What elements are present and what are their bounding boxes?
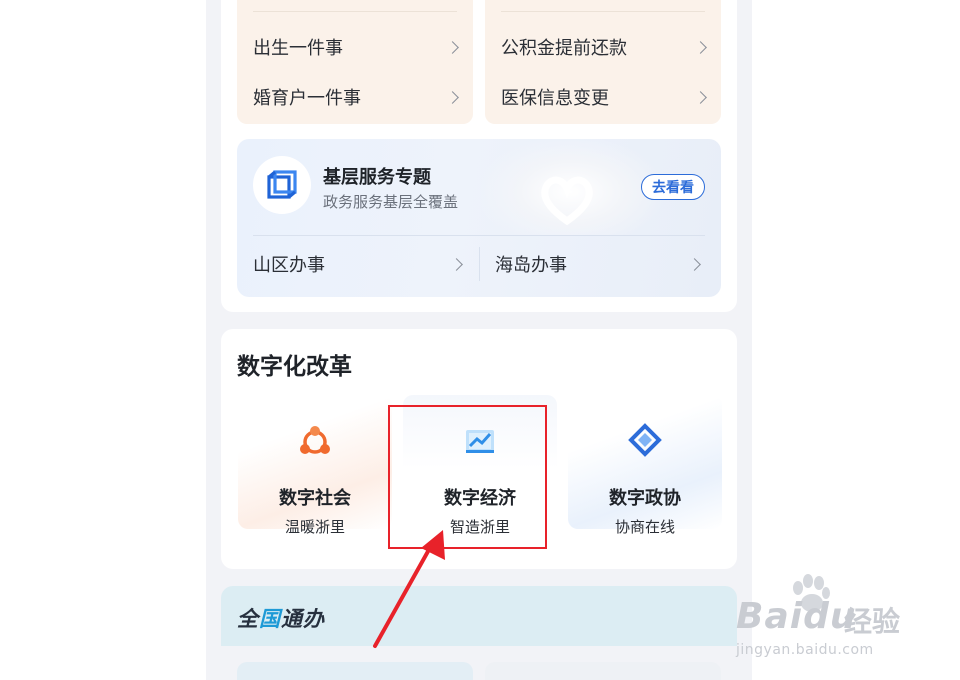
tile-icon-wrap bbox=[460, 421, 500, 461]
service-item-marriage[interactable]: 婚育户一件事 bbox=[253, 84, 463, 110]
service-item-label: 婚育户一件事 bbox=[253, 88, 361, 109]
national-card-right[interactable] bbox=[485, 662, 721, 680]
baidu-watermark: Baidu 经验 jingyan.baidu.com bbox=[736, 574, 926, 664]
service-item-medical-change[interactable]: 医保信息变更 bbox=[501, 84, 711, 110]
section-title: 数字化改革 bbox=[237, 354, 352, 380]
tile-digital-economy[interactable]: 数字经济 智造浙里 bbox=[403, 395, 557, 536]
watermark-brand-cn: 经验 bbox=[844, 605, 901, 638]
national-service-header: 全国通办 bbox=[221, 586, 737, 646]
topic-subtitle: 政务服务基层全覆盖 bbox=[323, 193, 459, 211]
tile-icon-wrap bbox=[625, 421, 665, 461]
link-label: 海岛办事 bbox=[495, 255, 567, 276]
tile-subtitle: 温暖浙里 bbox=[284, 518, 345, 536]
tile-icon-wrap bbox=[295, 421, 335, 461]
chevron-right-icon bbox=[446, 40, 459, 54]
tile-subtitle: 智造浙里 bbox=[449, 518, 510, 536]
go-see-button[interactable]: 去看看 bbox=[641, 174, 705, 200]
chevron-right-icon bbox=[446, 90, 459, 104]
tile-digital-society[interactable]: 数字社会 温暖浙里 bbox=[238, 395, 392, 536]
service-item-birth[interactable]: 出生一件事 bbox=[253, 34, 463, 60]
chevron-right-icon bbox=[688, 257, 701, 271]
link-label: 山区办事 bbox=[253, 255, 325, 276]
chart-trend-icon bbox=[466, 430, 494, 453]
national-card-left[interactable] bbox=[237, 662, 473, 680]
paw-logo-icon bbox=[793, 574, 830, 612]
chevron-right-icon bbox=[450, 257, 463, 271]
service-item-label: 医保信息变更 bbox=[501, 88, 609, 109]
tile-title: 数字政协 bbox=[609, 488, 681, 509]
link-mountain-area[interactable]: 山区办事 bbox=[253, 251, 467, 277]
people-network-icon bbox=[300, 426, 330, 454]
service-item-label: 公积金提前还款 bbox=[501, 38, 627, 59]
heart-hands-icon bbox=[541, 176, 593, 226]
watermark-brand: Baidu bbox=[736, 596, 857, 637]
tile-digital-cppcc[interactable]: 数字政协 协商在线 bbox=[568, 395, 722, 536]
grassroots-topic-panel: 基层服务专题 政务服务基层全覆盖 去看看 山区办事 海岛办事 bbox=[237, 139, 721, 297]
topic-title: 基层服务专题 bbox=[323, 167, 431, 188]
phone-screen: 出生一件事 婚育户一件事 公积金提前还款 医保信息变更 基层服务专题 政务服务基… bbox=[206, 0, 752, 680]
cube-icon bbox=[267, 170, 297, 199]
tile-title: 数字经济 bbox=[444, 488, 516, 509]
chevron-right-icon bbox=[694, 90, 707, 104]
tile-subtitle: 协商在线 bbox=[614, 518, 675, 536]
tile-title: 数字社会 bbox=[279, 488, 351, 509]
topic-logo bbox=[253, 156, 311, 214]
services-card: 出生一件事 婚育户一件事 公积金提前还款 医保信息变更 基层服务专题 政务服务基… bbox=[221, 0, 737, 312]
chevron-right-icon bbox=[694, 40, 707, 54]
link-island[interactable]: 海岛办事 bbox=[495, 251, 705, 277]
watermark-url: jingyan.baidu.com bbox=[736, 642, 874, 658]
diamond-link-icon bbox=[628, 423, 662, 457]
national-title: 全国通办 bbox=[237, 607, 325, 631]
service-item-fund-repay[interactable]: 公积金提前还款 bbox=[501, 34, 711, 60]
service-item-label: 出生一件事 bbox=[253, 38, 343, 59]
